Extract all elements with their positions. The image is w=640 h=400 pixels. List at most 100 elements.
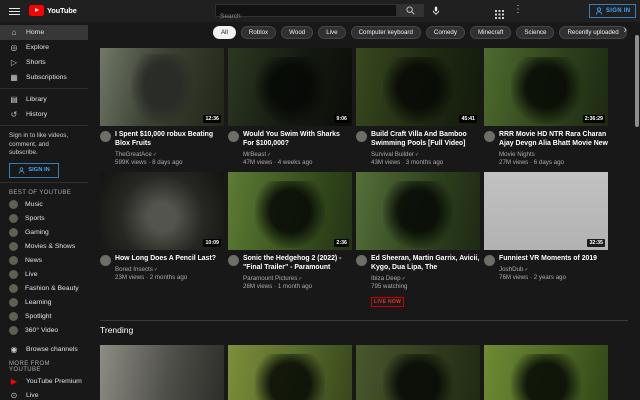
sidebar-item-subscriptions[interactable]: ▦ Subscriptions — [0, 70, 88, 85]
video-thumbnail[interactable]: 9:06 — [228, 48, 352, 126]
channel-name[interactable]: Movie Nights — [499, 151, 608, 158]
youtube-logo[interactable]: YouTube — [29, 5, 77, 16]
channel-name[interactable]: Ibiza Deep✓ — [371, 275, 480, 282]
video-meta: 26M views · 1 month ago — [243, 283, 313, 290]
video-title[interactable]: Sonic the Hedgehog 2 (2022) - "Final Tra… — [243, 254, 352, 272]
chip-comedy[interactable]: Comedy — [425, 26, 465, 39]
sidebar-sign-in-button[interactable]: SIGN IN — [9, 162, 59, 178]
trending-thumbnail[interactable] — [100, 345, 224, 400]
chips-scroll-right-icon[interactable]: › — [623, 24, 627, 36]
chip-science[interactable]: Science — [516, 26, 555, 39]
video-title[interactable]: Ed Sheeran, Martin Garrix, Avicii, Kygo,… — [371, 254, 480, 272]
search-input[interactable] — [216, 11, 396, 22]
sidebar-item-youtube-premium[interactable]: ▶ YouTube Premium — [0, 375, 88, 389]
video-title[interactable]: Would You Swim With Sharks For $100,000? — [243, 130, 352, 148]
hamburger-menu-icon[interactable] — [9, 8, 20, 15]
video-thumbnail[interactable] — [356, 172, 480, 250]
sidebar-item-browse-channels[interactable]: ◉ Browse channels — [0, 343, 88, 357]
sign-in-label: SIGN IN — [606, 8, 631, 14]
duration-badge: 2:36:29 — [582, 115, 605, 123]
sidebar-item-sports[interactable]: Sports — [0, 212, 88, 226]
video-meta: 795 watching — [371, 283, 408, 290]
sidebar-item-home[interactable]: ⌂ Home — [0, 25, 88, 40]
channel-avatar[interactable] — [356, 131, 367, 142]
filter-chips-bar: All Roblox Wood Live Computer keyboard C… — [88, 22, 640, 44]
channel-avatar-icon — [9, 214, 18, 223]
channel-avatar[interactable] — [356, 255, 367, 266]
sidebar-item-history[interactable]: ↺ History — [0, 107, 88, 122]
trending-thumbnail[interactable] — [356, 345, 480, 400]
voice-search-button[interactable] — [430, 5, 442, 17]
channel-name[interactable]: JoshDub✓ — [499, 266, 597, 273]
best-of-youtube-heading: BEST OF YOUTUBE — [9, 189, 72, 196]
video-thumbnail[interactable]: 10:09 — [100, 172, 224, 250]
sidebar-label: 360° Video — [25, 327, 59, 334]
sidebar-item-news[interactable]: News — [0, 254, 88, 268]
explore-icon: ◎ — [10, 42, 18, 52]
sidebar-item-learning[interactable]: Learning — [0, 296, 88, 310]
channel-name-text: Paramount Pictures — [243, 274, 298, 282]
video-thumbnail[interactable]: 32:35 — [484, 172, 608, 250]
sidebar-item-explore[interactable]: ◎ Explore — [0, 40, 88, 55]
channel-name[interactable]: TheGreatAce✓ — [115, 151, 224, 158]
video-title[interactable]: I Spent $10,000 robux Beating Blox Fruit… — [115, 130, 224, 148]
video-card: 32:35 Funniest VR Moments of 2019 JoshDu… — [484, 172, 608, 296]
filter-chips: All Roblox Wood Live Computer keyboard C… — [213, 26, 627, 39]
trending-thumbnail[interactable] — [228, 345, 352, 400]
sidebar-label: Learning — [25, 299, 52, 306]
chip-live[interactable]: Live — [318, 26, 346, 39]
sidebar-divider — [0, 88, 88, 89]
sidebar: ⌂ Home ◎ Explore ▷ Shorts ▦ Subscription… — [0, 22, 88, 400]
microphone-icon — [432, 6, 440, 15]
chip-roblox[interactable]: Roblox — [240, 26, 277, 39]
sidebar-item-live[interactable]: Live — [0, 268, 88, 282]
channel-name[interactable]: Survival Builder✓ — [371, 151, 480, 158]
video-thumbnail[interactable]: 2:36:29 — [484, 48, 608, 126]
chip-wood[interactable]: Wood — [281, 26, 314, 39]
sidebar-item-live-2[interactable]: ⊙ Live — [0, 389, 88, 400]
search-box[interactable] — [215, 4, 397, 22]
channel-name[interactable]: Paramount Pictures✓ — [243, 275, 352, 282]
video-title[interactable]: Build Craft Villa And Bamboo Swimming Po… — [371, 130, 480, 148]
sidebar-item-gaming[interactable]: Gaming — [0, 226, 88, 240]
sidebar-item-library[interactable]: ▤ Library — [0, 92, 88, 107]
sidebar-item-movies-shows[interactable]: Movies & Shows — [0, 240, 88, 254]
sidebar-item-spotlight[interactable]: Spotlight — [0, 310, 88, 324]
scrollbar-thumb[interactable] — [635, 35, 639, 127]
video-title[interactable]: Funniest VR Moments of 2019 — [499, 254, 597, 263]
video-title[interactable]: How Long Does A Pencil Last? — [115, 254, 216, 263]
video-thumbnail[interactable]: 45:41 — [356, 48, 480, 126]
verified-badge-icon: ✓ — [267, 151, 272, 158]
channel-avatar[interactable] — [228, 131, 239, 142]
channel-name[interactable]: Bored Insects✓ — [115, 266, 216, 273]
sidebar-item-360-video[interactable]: 360° Video — [0, 324, 88, 338]
sidebar-label: Explore — [26, 44, 50, 51]
chip-computer-keyboard[interactable]: Computer keyboard — [350, 26, 421, 39]
channel-avatar[interactable] — [228, 255, 239, 266]
verified-badge-icon: ✓ — [298, 275, 303, 282]
sidebar-item-shorts[interactable]: ▷ Shorts — [0, 55, 88, 70]
youtube-apps-button[interactable] — [495, 6, 504, 24]
duration-badge: 45:41 — [459, 115, 477, 123]
video-card: 9:06 Would You Swim With Sharks For $100… — [228, 48, 352, 172]
channel-avatar[interactable] — [484, 255, 495, 266]
channel-avatar[interactable] — [100, 255, 111, 266]
channel-avatar[interactable] — [100, 131, 111, 142]
sidebar-label: Browse channels — [26, 346, 78, 353]
sidebar-item-music[interactable]: Music — [0, 198, 88, 212]
trending-thumbnail[interactable] — [484, 345, 608, 400]
search-button[interactable] — [397, 4, 424, 17]
chip-recently-uploaded[interactable]: Recently uploaded — [559, 26, 627, 39]
video-thumbnail[interactable]: 12:36 — [100, 48, 224, 126]
channel-name[interactable]: MrBeast✓ — [243, 151, 352, 158]
channel-avatar[interactable] — [484, 131, 495, 142]
chip-all[interactable]: All — [213, 26, 236, 39]
chip-minecraft[interactable]: Minecraft — [469, 26, 512, 39]
video-title[interactable]: RRR Movie HD NTR Rara Charan Ajay Devgn … — [499, 130, 608, 148]
settings-dots-icon[interactable]: ⋮ — [513, 3, 523, 17]
youtube-premium-icon: ▶ — [10, 376, 18, 386]
sidebar-item-fashion-beauty[interactable]: Fashion & Beauty — [0, 282, 88, 296]
trending-section: Trending — [100, 320, 628, 400]
sign-in-button[interactable]: SIGN IN — [589, 4, 637, 18]
video-thumbnail[interactable]: 2:36 — [228, 172, 352, 250]
